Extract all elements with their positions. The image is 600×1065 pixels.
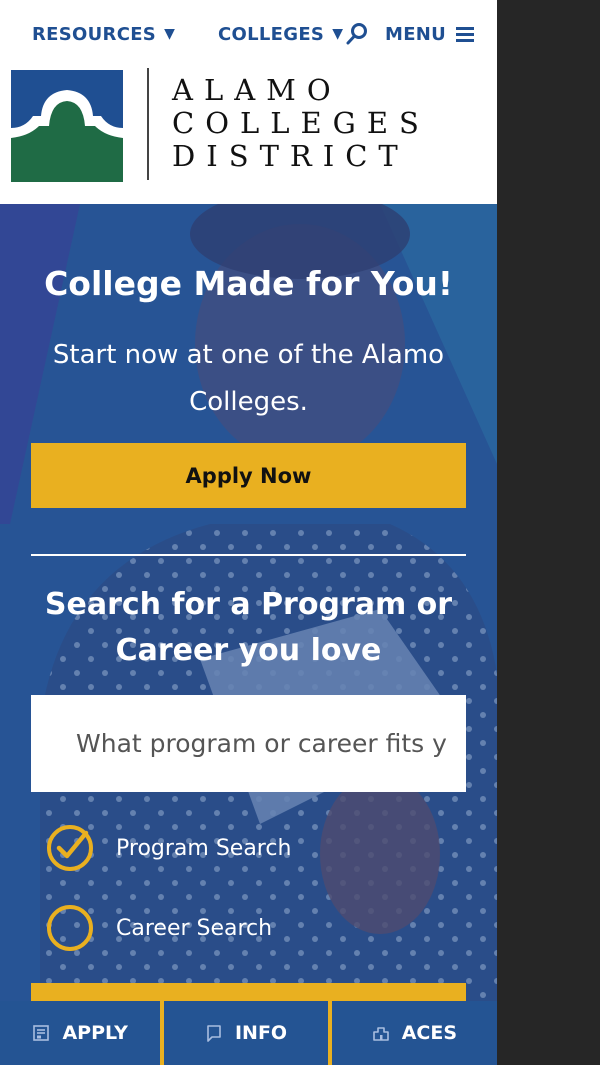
- menu-button[interactable]: MENU: [385, 20, 475, 48]
- career-search-radio[interactable]: Career Search: [46, 904, 272, 952]
- logo-wordmark: ALAMO COLLEGES DISTRICT: [172, 74, 430, 173]
- menu-label: MENU: [385, 23, 447, 45]
- radio-circle-icon: [47, 905, 93, 951]
- search-heading: Search for a Program or Career you love: [44, 587, 453, 668]
- hero-section: College Made for You! Start now at one o…: [0, 204, 497, 1065]
- logo-line-3: DISTRICT: [172, 139, 409, 173]
- top-navigation: RESOURCES ▼ COLLEGES ▼ MENU: [0, 0, 497, 66]
- mobile-viewport: RESOURCES ▼ COLLEGES ▼ MENU ALAMO COLLEG…: [0, 0, 497, 1065]
- bottom-tab-aces[interactable]: ACES: [331, 1001, 497, 1065]
- form-icon: [33, 1025, 50, 1041]
- career-search-label: Career Search: [116, 915, 273, 941]
- bottom-tab-apply[interactable]: APPLY: [0, 1001, 161, 1065]
- program-search-radio[interactable]: Program Search: [46, 824, 291, 872]
- logo-divider: [147, 68, 149, 180]
- bottom-tab-info[interactable]: INFO: [164, 1001, 328, 1065]
- bookmark-icon: [207, 1025, 221, 1042]
- program-search-label: Program Search: [116, 835, 292, 861]
- building-icon: [372, 1027, 389, 1041]
- logo-line-2: COLLEGES: [172, 106, 430, 140]
- colleges-dropdown[interactable]: COLLEGES ▼: [218, 20, 343, 48]
- bottom-tab-apply-label: APPLY: [62, 1022, 128, 1044]
- logo-line-1: ALAMO: [172, 73, 342, 107]
- search-icon[interactable]: [345, 22, 369, 46]
- bottom-action-bar: APPLY INFO ACES: [0, 1001, 497, 1065]
- check-circle-icon: [47, 825, 93, 871]
- resources-label: RESOURCES: [32, 23, 157, 45]
- bottom-tab-info-label: INFO: [234, 1022, 288, 1044]
- resources-dropdown[interactable]: RESOURCES ▼: [32, 20, 175, 48]
- colleges-label: COLLEGES: [218, 23, 325, 45]
- hero-title: College Made for You!: [44, 264, 453, 303]
- apply-now-button[interactable]: Apply Now: [31, 443, 466, 508]
- caret-down-icon: ▼: [164, 26, 176, 42]
- site-logo[interactable]: ALAMO COLLEGES DISTRICT: [0, 66, 497, 204]
- hamburger-icon: [456, 27, 475, 42]
- bottom-tab-aces-label: ACES: [401, 1022, 457, 1044]
- program-search-input[interactable]: [31, 695, 466, 792]
- hero-divider: [31, 554, 466, 556]
- hero-subtitle: Start now at one of the Alamo Colleges.: [52, 340, 445, 417]
- caret-down-icon: ▼: [332, 26, 344, 42]
- alamo-logo-icon: [11, 70, 123, 182]
